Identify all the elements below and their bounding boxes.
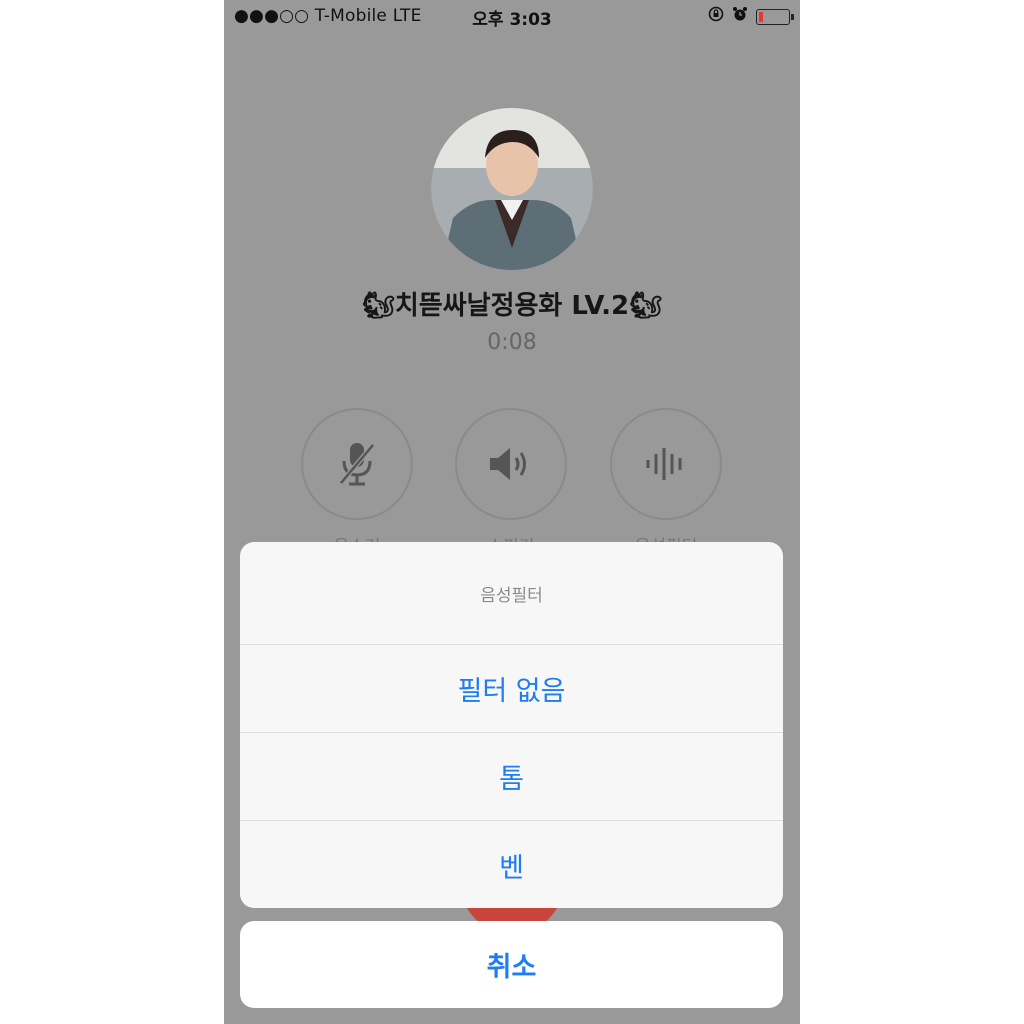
voice-filter-button[interactable]: [610, 408, 722, 520]
call-screen: ●●●○○ T-Mobile LTE 오후 3:03 🐿치뜯싸날정용화 LV.2…: [224, 0, 800, 1024]
speaker-button[interactable]: [455, 408, 567, 520]
status-icons: [708, 6, 794, 27]
caller-avatar: [431, 108, 593, 270]
option-tom[interactable]: 톰: [240, 733, 783, 821]
alarm-icon: [732, 6, 748, 27]
cancel-button[interactable]: 취소: [240, 921, 783, 1008]
action-sheet: 음성필터 필터 없음 톰 벤: [240, 542, 783, 908]
mic-muted-icon: [335, 439, 379, 489]
speaker-icon: [486, 444, 536, 484]
caller-name: 🐿치뜯싸날정용화 LV.2🐿: [361, 291, 663, 321]
action-sheet-title: 음성필터: [240, 542, 783, 645]
call-duration: 0:08: [487, 330, 537, 355]
option-no-filter[interactable]: 필터 없음: [240, 645, 783, 733]
rotation-lock-icon: [708, 6, 724, 27]
option-ben[interactable]: 벤: [240, 821, 783, 908]
status-bar: ●●●○○ T-Mobile LTE 오후 3:03: [224, 0, 800, 32]
battery-icon: [756, 8, 794, 25]
voice-filter-icon: [643, 446, 689, 482]
mute-button[interactable]: [301, 408, 413, 520]
